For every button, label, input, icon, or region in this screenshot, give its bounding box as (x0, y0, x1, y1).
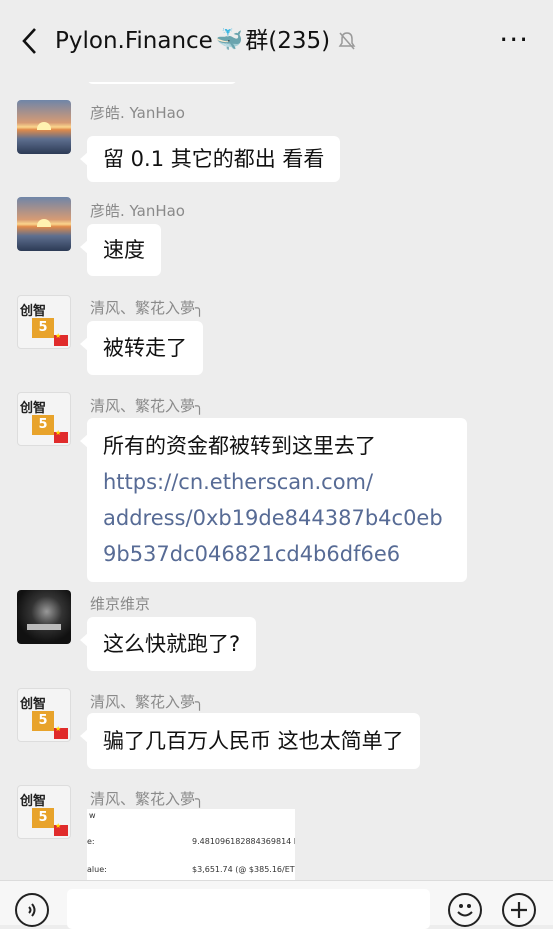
sender-name: 清风、繁花入夢╮ (90, 299, 205, 317)
more-options-button[interactable]: ··· (499, 26, 529, 54)
back-button[interactable] (14, 24, 44, 58)
whale-icon: 🐳 (215, 28, 244, 53)
avatar-logo-text: 创智 (20, 697, 47, 712)
sender-name: 维京维京 (90, 595, 151, 613)
chat-title: Pylon.Finance 🐳 群(235) (55, 26, 356, 56)
input-bar (0, 880, 553, 929)
avatar[interactable]: 创智 5 (17, 785, 71, 839)
avatar[interactable]: 创智 5 (17, 688, 71, 742)
etherscan-link[interactable]: 9b537dc046821cd4b6df6e6 (103, 536, 451, 572)
avatar[interactable]: 创智 5 (17, 392, 71, 446)
avatar[interactable] (17, 197, 71, 251)
message-text: 所有的资金都被转到这里去了 (103, 434, 376, 458)
emoji-button[interactable] (448, 893, 482, 927)
message-bubble[interactable]: 所有的资金都被转到这里去了 https://cn.etherscan.com/ … (80, 418, 467, 582)
sender-name: 清风、繁花入夢╮ (90, 397, 205, 415)
china-flag-icon (54, 822, 68, 836)
smiley-icon (457, 904, 473, 917)
sender-name: 彦皓. YanHao (90, 104, 185, 122)
etherscan-link[interactable]: address/0xb19de844387b4c0eb (103, 500, 451, 536)
preview-row-label: w (89, 811, 96, 820)
group-name: Pylon.Finance (55, 28, 213, 54)
message-bubble[interactable]: 骗了几百万人民币 这也太简单了 (80, 713, 420, 769)
avatar-logo-text: 创智 (20, 304, 47, 319)
message-bubble[interactable]: 速度 (80, 224, 161, 276)
preview-row-value: 9.481096182884369814 I (192, 837, 295, 846)
avatar-logo-text: 创智 (20, 794, 47, 809)
voice-icon (28, 903, 36, 917)
sender-name: 清风、繁花入夢╮ (90, 790, 205, 808)
avatar[interactable] (17, 100, 71, 154)
avatar-logo-text: 创智 (20, 401, 47, 416)
avatar-logo-number: 5 (32, 318, 54, 338)
group-member-count: 群(235) (245, 28, 331, 54)
message-bubble[interactable]: 留 0.1 其它的都出 看看 (79, 136, 341, 182)
message-list[interactable]: 彦皓. YanHao 留 0.1 其它的都出 看看 彦皓. YanHao 速度 … (0, 82, 553, 880)
screenshot-image-message[interactable]: w e: 9.481096182884369814 I alue: $3,651… (87, 809, 295, 880)
preview-row-value: $3,651.74 (@ $385.16/ETH (192, 865, 295, 874)
message-bubble[interactable]: 被转走了 (80, 321, 203, 375)
avatar-logo-number: 5 (32, 415, 54, 435)
chat-header: Pylon.Finance 🐳 群(235) ··· (0, 0, 553, 82)
chevron-left-icon (22, 28, 36, 54)
previous-message-bubble (87, 82, 237, 84)
plus-icon (511, 902, 527, 918)
more-functions-button[interactable] (502, 893, 536, 927)
sender-name: 彦皓. YanHao (90, 202, 185, 220)
avatar-logo-number: 5 (32, 808, 54, 828)
voice-input-button[interactable] (15, 893, 49, 927)
mute-bell-icon (338, 31, 356, 51)
etherscan-link[interactable]: https://cn.etherscan.com/ (103, 464, 451, 500)
message-input[interactable] (67, 889, 430, 929)
avatar[interactable]: 创智 5 (17, 295, 71, 349)
avatar-logo-number: 5 (32, 711, 54, 731)
message-bubble[interactable]: 这么快就跑了? (79, 617, 257, 671)
avatar[interactable] (17, 590, 71, 644)
preview-row-label: e: (87, 837, 95, 846)
sender-name: 清风、繁花入夢╮ (90, 693, 205, 711)
preview-row-label: alue: (87, 865, 107, 874)
china-flag-icon (54, 725, 68, 739)
china-flag-icon (54, 332, 68, 346)
china-flag-icon (54, 429, 68, 443)
